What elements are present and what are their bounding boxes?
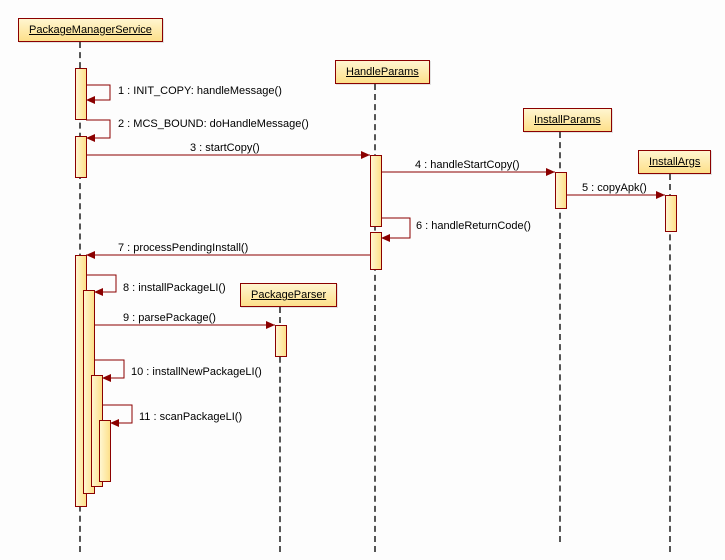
activation-ia — [665, 195, 677, 232]
actor-installargs: InstallArgs — [638, 150, 711, 174]
activation-pms-6 — [99, 420, 111, 482]
actor-installargs-label: InstallArgs — [649, 156, 700, 168]
msg-10-label: 10 : installNewPackageLI() — [131, 366, 262, 378]
activation-pp — [275, 325, 287, 357]
activation-ip — [555, 172, 567, 209]
msg-4-label: 4 : handleStartCopy() — [415, 159, 520, 171]
actor-installparams-label: InstallParams — [534, 114, 601, 126]
actor-handleparams-label: HandleParams — [346, 66, 419, 78]
actor-installparams: InstallParams — [523, 108, 612, 132]
actor-handleparams: HandleParams — [335, 60, 430, 84]
actor-packageparser-label: PackageParser — [251, 289, 326, 301]
msg-11-label: 11 : scanPackageLI() — [139, 411, 242, 423]
msg-3-label: 3 : startCopy() — [190, 142, 260, 154]
msg-2-label: 2 : MCS_BOUND: doHandleMessage() — [118, 118, 309, 130]
actor-pms-label: PackageManagerService — [29, 24, 152, 36]
msg-7-label: 7 : processPendingInstall() — [118, 242, 248, 254]
msg-8-label: 8 : installPackageLI() — [123, 282, 226, 294]
msg-6-label: 6 : handleReturnCode() — [416, 220, 531, 232]
actor-packageparser: PackageParser — [240, 283, 337, 307]
activation-hp-1 — [370, 155, 382, 227]
activation-pms-1 — [75, 68, 87, 120]
activation-pms-2 — [75, 136, 87, 178]
actor-pms: PackageManagerService — [18, 18, 163, 42]
sequence-diagram: PackageManagerService HandleParams Packa… — [0, 0, 725, 560]
msg-5-label: 5 : copyApk() — [582, 182, 647, 194]
msg-9-label: 9 : parsePackage() — [123, 312, 216, 324]
msg-1-label: 1 : INIT_COPY: handleMessage() — [118, 85, 282, 97]
activation-hp-2 — [370, 232, 382, 270]
